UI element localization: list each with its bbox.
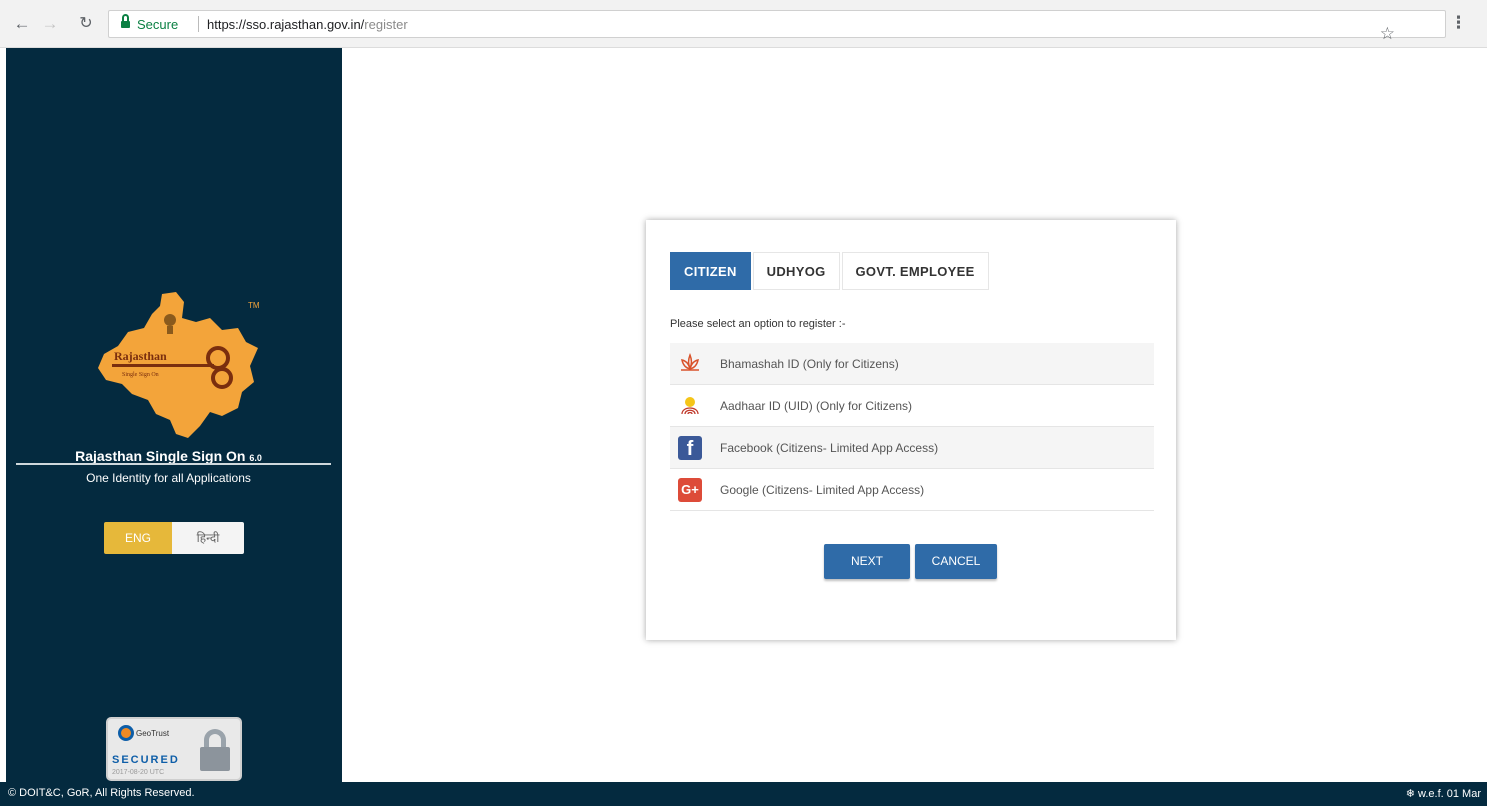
seal-secured: SECURED [112,754,180,766]
svg-text:TM: TM [248,301,260,310]
tab-udhyog[interactable]: UDHYOG [752,252,840,290]
aadhaar-icon [681,397,699,415]
browser-toolbar: ← → ↻ Secure https://sso.rajasthan.gov.i… [0,0,1487,48]
brand-title: Rajasthan Single Sign On 6.0 [6,448,331,464]
brand-title-text: Rajasthan Single Sign On [75,448,246,464]
register-prompt: Please select an option to register :- [670,318,846,330]
geotrust-seal[interactable]: GeoTrust SECURED 2017-08-20 UTC [106,717,242,781]
option-google[interactable]: G+ Google (Citizens- Limited App Access) [670,469,1154,511]
register-options: Bhamashah ID (Only for Citizens) Aadhaar… [670,343,1154,511]
facebook-icon: f [678,436,702,460]
logo-wordmark: Rajasthan [114,349,167,363]
padlock-icon [200,729,230,771]
language-toggle: ENG हिन्दी [104,522,244,554]
url-host: https://sso.rajasthan.gov.in/ [207,17,365,32]
register-card: CITIZEN UDHYOG GOVT. EMPLOYEE Please sel… [646,220,1176,640]
brand-subtitle: One Identity for all Applications [86,471,251,485]
user-type-tabs: CITIZEN UDHYOG GOVT. EMPLOYEE [670,252,991,290]
tab-govt-employee[interactable]: GOVT. EMPLOYEE [841,252,989,290]
footer-copyright: © DOIT&C, GoR, All Rights Reserved. [8,787,195,799]
bhamashah-icon [681,352,699,371]
option-label: Aadhaar ID (UID) (Only for Citizens) [720,399,913,413]
url-path: register [364,17,408,32]
back-icon[interactable]: ← [12,14,32,34]
url-divider [198,16,199,32]
forward-icon[interactable]: → [40,14,60,34]
form-actions: NEXT CANCEL [824,544,1002,579]
address-bar[interactable]: Secure https://sso.rajasthan.gov.in/regi… [108,10,1446,43]
option-bhamashah[interactable]: Bhamashah ID (Only for Citizens) [670,343,1154,385]
brand-divider [16,463,331,465]
url-text[interactable]: https://sso.rajasthan.gov.in/register [207,17,408,32]
footer-notice[interactable]: ❄ w.e.f. 01 Mar [1406,787,1481,800]
option-label: Google (Citizens- Limited App Access) [720,483,925,497]
option-facebook[interactable]: f Facebook (Citizens- Limited App Access… [670,427,1154,469]
secure-label: Secure [137,17,179,32]
logo-subtext: Single Sign On [122,372,159,378]
footer: © DOIT&C, GoR, All Rights Reserved. ❄ w.… [0,782,1487,806]
next-button[interactable]: NEXT [824,544,910,579]
google-icon: G+ [678,478,702,502]
seal-brand: GeoTrust [136,729,170,738]
lang-english-button[interactable]: ENG [104,522,172,554]
option-label: Facebook (Citizens- Limited App Access) [720,441,939,455]
reload-icon[interactable]: ↻ [76,14,96,34]
menu-icon[interactable]: ⋮ [1450,13,1467,33]
option-label: Bhamashah ID (Only for Citizens) [720,357,899,371]
option-aadhaar[interactable]: Aadhaar ID (UID) (Only for Citizens) [670,385,1154,427]
cancel-button[interactable]: CANCEL [915,544,997,579]
lang-hindi-button[interactable]: हिन्दी [172,522,244,554]
brand-version: 6.0 [249,453,262,463]
lock-icon [121,14,130,29]
star-icon[interactable]: ☆ [1380,24,1395,44]
geotrust-icon [118,725,134,741]
tab-citizen[interactable]: CITIZEN [670,252,751,290]
rajasthan-sso-logo: TM Rajasthan Single Sign On [98,292,260,438]
sidebar: TM Rajasthan Single Sign On Rajasthan Si… [6,48,342,806]
seal-date: 2017-08-20 UTC [112,769,165,776]
